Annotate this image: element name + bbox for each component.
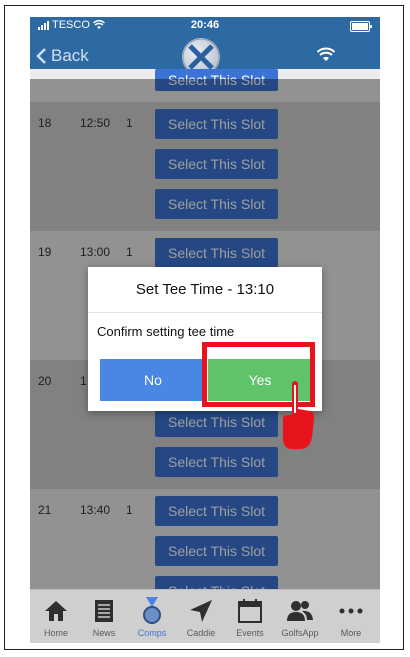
status-bar: TESCO 20:46 bbox=[30, 17, 380, 35]
tab-label: Comps bbox=[137, 628, 167, 638]
tab-bar: Home News Comps Caddie Events GolfsApp M… bbox=[30, 589, 380, 643]
pointing-hand-icon bbox=[283, 381, 315, 449]
no-button[interactable]: No bbox=[100, 359, 206, 401]
tab-comps[interactable]: Comps bbox=[130, 590, 174, 643]
phone-screen: TESCO 20:46 Back Select This Slot 18 12:… bbox=[30, 17, 380, 643]
tab-caddie[interactable]: Caddie bbox=[179, 590, 223, 643]
battery-icon bbox=[350, 21, 372, 32]
tab-golfsapp[interactable]: GolfsApp bbox=[278, 590, 322, 643]
calendar-icon bbox=[238, 599, 262, 623]
tab-events[interactable]: Events bbox=[228, 590, 272, 643]
back-button[interactable]: Back bbox=[36, 46, 89, 66]
medal-icon bbox=[143, 597, 161, 624]
home-icon bbox=[45, 601, 67, 621]
tab-more[interactable]: More bbox=[329, 590, 373, 643]
wifi-icon bbox=[317, 47, 335, 61]
tab-home[interactable]: Home bbox=[34, 590, 78, 643]
news-icon bbox=[95, 600, 113, 622]
people-icon bbox=[287, 601, 313, 621]
dialog-message: Confirm setting tee time bbox=[97, 324, 235, 339]
more-dots-icon bbox=[339, 608, 363, 614]
tab-label: Home bbox=[43, 628, 68, 638]
tab-label: News bbox=[92, 628, 116, 638]
dialog-title: Set Tee Time - 13:10 bbox=[88, 267, 322, 313]
chevron-left-icon bbox=[36, 48, 46, 64]
back-label: Back bbox=[51, 46, 89, 65]
status-time: 20:46 bbox=[190, 19, 220, 31]
location-arrow-icon bbox=[190, 600, 212, 622]
tab-label: GolfsApp bbox=[281, 628, 319, 638]
tab-label: More bbox=[340, 628, 362, 638]
tab-news[interactable]: News bbox=[82, 590, 126, 643]
tab-label: Events bbox=[236, 628, 264, 638]
tab-label: Caddie bbox=[186, 628, 216, 638]
